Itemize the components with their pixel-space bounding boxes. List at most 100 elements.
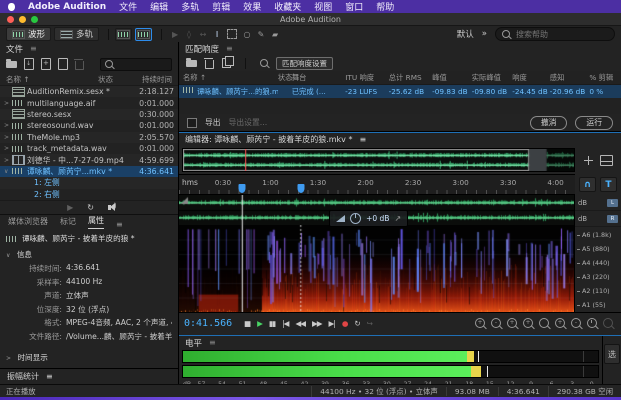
files-panel-title[interactable]: 文件 [6, 43, 23, 55]
col-loudness[interactable]: 响度 [512, 73, 550, 83]
column-duration[interactable]: 持续时间 [128, 74, 172, 85]
lasso-selection-tool[interactable]: ○ [241, 30, 253, 39]
expander[interactable]: > [4, 134, 12, 141]
workspace-selector[interactable]: 默认 [457, 28, 474, 40]
tab-media-browser[interactable]: 媒体浏览器 [8, 216, 48, 229]
gain-knob[interactable] [350, 213, 361, 224]
col-total-rms[interactable]: 总计 RMS [389, 73, 432, 83]
skip-to-end-button[interactable]: ▶| [329, 319, 335, 328]
zoom-in-time-button[interactable]: + [475, 318, 485, 328]
file-row[interactable]: stereo.sesx 0:30.000 [0, 109, 178, 120]
duplicate-icon[interactable] [222, 58, 231, 68]
match-loudness-title[interactable]: 匹配响度 [185, 43, 219, 55]
menu-multitrack[interactable]: 多轨 [181, 0, 199, 13]
file-row[interactable]: > stereosound.wav 0:01.000 [0, 120, 178, 131]
preview-loop-button[interactable]: ↻ [87, 203, 94, 212]
loop-playback-button[interactable]: ↻ [354, 319, 359, 328]
spectral-frequency-display[interactable] [179, 225, 574, 312]
amplitude-statistics-header[interactable]: 振幅统计 ≡ [0, 368, 178, 384]
export-checkbox[interactable] [187, 118, 197, 128]
time-display-section-header[interactable]: > 时间显示 [6, 352, 172, 363]
overview-navigator[interactable] [182, 148, 575, 172]
menu-effects[interactable]: 效果 [243, 0, 261, 13]
cue-marker[interactable] [238, 184, 245, 193]
panel-layout-icon[interactable] [600, 155, 613, 166]
show-spectral-toggle[interactable] [135, 28, 152, 41]
editor-menu-icon[interactable]: ≡ [359, 135, 366, 144]
file-row-selected[interactable]: ∨ 谭咏麟、顾芮宁...mkv * 4:36.641 [0, 166, 178, 177]
import-file-icon[interactable] [24, 58, 34, 70]
help-search-input[interactable] [514, 29, 608, 40]
expander[interactable]: > [4, 145, 12, 152]
overview-waveform[interactable] [183, 149, 574, 171]
move-playhead-button[interactable]: ↪ [367, 319, 372, 328]
level-meter[interactable] [182, 365, 599, 378]
zoom-in-right-edge-button[interactable]: + [523, 318, 533, 328]
export-file-icon[interactable] [58, 58, 68, 70]
file-row[interactable]: > 刘德华 - 中...7-27-09.mp4 4:59.699 [0, 154, 178, 165]
col-itu-loudness[interactable]: ITU 响度 [345, 73, 388, 83]
file-row[interactable]: > TheMole.mp3 2:05.570 [0, 132, 178, 143]
zoom-timer-button[interactable] [587, 318, 597, 328]
zoom-in-amplitude-button[interactable]: + [555, 318, 565, 328]
fast-forward-button[interactable]: ▶▶ [312, 319, 322, 328]
stop-button[interactable]: ■ [244, 319, 250, 328]
cue-marker[interactable] [297, 184, 304, 193]
timeline-ruler[interactable]: hms 0:301:001:302:002:303:003:304:00 [179, 174, 575, 195]
col-name[interactable]: 名称 ↑ [183, 73, 278, 83]
properties-panel-menu-icon[interactable]: ≡ [116, 220, 123, 229]
apple-logo-icon[interactable] [8, 3, 15, 11]
record-button[interactable]: ● [342, 319, 348, 328]
remove-files-icon[interactable] [205, 60, 214, 69]
expander[interactable]: > [4, 122, 12, 129]
file-row[interactable]: > multilanguage.aif 0:01.000 [0, 97, 178, 108]
menu-clip[interactable]: 剪辑 [212, 0, 230, 13]
cancel-button[interactable]: 撤消 [530, 116, 568, 130]
level-meter[interactable] [182, 350, 599, 363]
menu-help[interactable]: 帮助 [376, 0, 394, 13]
add-files-icon[interactable] [186, 60, 197, 67]
collapsed-panel-tab[interactable]: 选 [604, 344, 620, 364]
menu-window[interactable]: 窗口 [345, 0, 363, 13]
amplitude-statistics-menu-icon[interactable]: ≡ [46, 372, 53, 381]
right-channel-button[interactable]: R [607, 215, 618, 223]
menu-view[interactable]: 视图 [314, 0, 332, 13]
zoom-out-amplitude-button[interactable]: - [571, 318, 581, 328]
levels-menu-icon[interactable]: ≡ [209, 338, 216, 347]
col-perceived[interactable]: 感知 [550, 73, 590, 83]
open-file-icon[interactable] [6, 61, 17, 68]
delete-file-icon[interactable] [75, 61, 84, 70]
levels-title[interactable]: 电平 [185, 337, 202, 349]
hud-pin-icon[interactable]: ↗ [394, 214, 401, 223]
editor-options-icon[interactable] [584, 156, 593, 165]
waveform-view-button[interactable]: 波形 [6, 27, 51, 41]
gain-hud[interactable]: +0 dB ↗ [329, 210, 408, 227]
menu-favorites[interactable]: 收藏夹 [274, 0, 301, 13]
zoom-in-left-edge-button[interactable]: + [507, 318, 517, 328]
match-loudness-menu-icon[interactable]: ≡ [226, 44, 233, 53]
file-channel-row[interactable]: 2: 右侧 [0, 189, 178, 200]
waveform-spectral-display[interactable]: +0 dB ↗ [179, 195, 574, 312]
match-loudness-row[interactable]: 谭咏麟、顾芮宁...的狼.mkv * 已完成 (... -23 LUFS -25… [179, 85, 621, 98]
match-loudness-settings-button[interactable]: 匹配响度设置 [276, 57, 333, 70]
col-clip-pct[interactable]: % 剪辑 [589, 73, 617, 83]
file-channel-row[interactable]: 1: 左侧 [0, 177, 178, 188]
text-marker-button[interactable]: T [600, 177, 617, 192]
multitrack-view-button[interactable]: 多轨 [54, 27, 99, 41]
paintbrush-selection-tool[interactable]: ✎ [255, 30, 267, 39]
zoom-out-time-button[interactable]: - [491, 318, 501, 328]
app-menu[interactable]: Adobe Audition [28, 2, 106, 12]
spot-healing-brush-tool[interactable]: ▰ [269, 30, 281, 39]
info-section-header[interactable]: ∨ 信息 [6, 249, 172, 260]
expander[interactable]: > [4, 100, 12, 107]
left-channel-button[interactable]: L [607, 199, 618, 207]
scan-icon[interactable] [260, 59, 268, 67]
menu-file[interactable]: 文件 [119, 0, 137, 13]
expander[interactable]: ∨ [4, 168, 12, 175]
col-peak[interactable]: 峰值 [432, 73, 472, 83]
preview-play-button[interactable]: ▶ [67, 203, 73, 212]
zoom-to-selection-button[interactable] [539, 318, 549, 328]
file-row[interactable]: AuditionRemix.sesx * 2:18.127 [0, 86, 178, 97]
zoom-full-button[interactable] [603, 318, 613, 328]
tab-properties[interactable]: 属性 [88, 215, 104, 229]
